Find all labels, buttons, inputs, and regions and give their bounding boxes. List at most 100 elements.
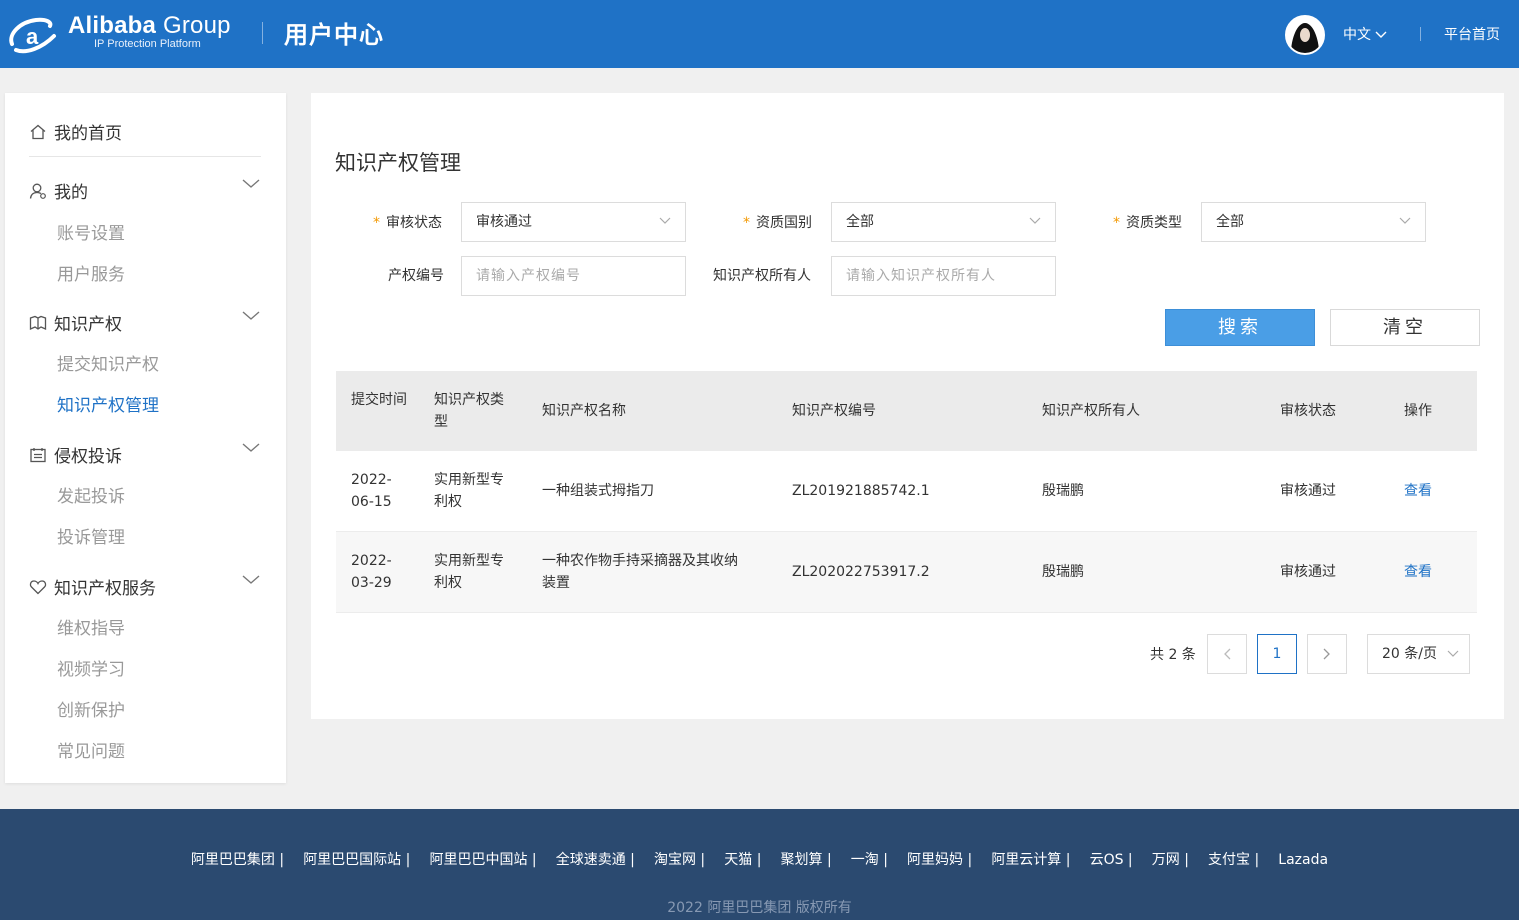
footer-link-alibaba-group[interactable]: 阿里巴巴集团 | — [191, 849, 284, 869]
country-value: 全部 — [846, 214, 874, 230]
sidebar-item-account-settings[interactable]: 账号设置 — [57, 219, 125, 244]
sidebar-section-label: 知识产权 — [54, 315, 122, 335]
required-mark: * — [1113, 215, 1120, 231]
book-icon — [29, 315, 47, 331]
ip-owner-input[interactable]: 请输入知识产权所有人 — [831, 256, 1056, 296]
sidebar-item-submit-ip[interactable]: 提交知识产权 — [57, 350, 159, 375]
footer-link-tmall[interactable]: 天猫 | — [724, 849, 761, 869]
ip-owner: 殷瑞鹏 — [1042, 483, 1084, 499]
country-label-text: 资质国别 — [756, 215, 812, 231]
sidebar-section-label: 侵权投诉 — [54, 447, 122, 467]
ip-name: 一种农作物手持采摘器及其收纳 装置 — [542, 550, 738, 594]
required-mark: * — [373, 215, 380, 231]
chevron-down-icon[interactable] — [242, 443, 260, 453]
chevron-down-icon[interactable] — [242, 179, 260, 189]
column-header: 操作 — [1404, 403, 1432, 419]
column-header: 知识产权所有人 — [1042, 403, 1140, 419]
submit-date-line: 06-15 — [351, 494, 392, 510]
chevron-down-icon — [1375, 31, 1387, 38]
ip-name: 一种组装式拇指刀 — [542, 480, 654, 502]
logo-group: Group — [162, 12, 231, 39]
ip-name-line: 一种组装式拇指刀 — [542, 483, 654, 499]
home-icon — [30, 124, 46, 140]
column-header: 审核状态 — [1280, 403, 1336, 419]
footer-link-wanwang[interactable]: 万网 | — [1152, 849, 1189, 869]
column-header: 知识产权类型 — [434, 392, 504, 430]
footer-link-juhuasuan[interactable]: 聚划算 | — [781, 849, 832, 869]
view-link[interactable]: 查看 — [1404, 480, 1432, 502]
search-button[interactable]: 搜索 — [1165, 309, 1315, 346]
page-size-value: 20 条/页 — [1382, 646, 1437, 662]
ip-owner-label: 知识产权所有人 — [713, 268, 811, 284]
footer-link-etao[interactable]: 一淘 | — [851, 849, 888, 869]
header-divider-2 — [1420, 27, 1421, 41]
chevron-down-icon — [1399, 217, 1411, 224]
ip-type: 实用新型专 利权 — [434, 550, 504, 594]
footer-link-alipay[interactable]: 支付宝 | — [1208, 849, 1259, 869]
footer-link-aliyun[interactable]: 阿里云计算 | — [991, 849, 1070, 869]
ip-type-line: 实用新型专 — [434, 472, 504, 488]
ip-type: 实用新型专 利权 — [434, 469, 504, 513]
submit-date-line: 2022- — [351, 472, 392, 488]
page-size-select[interactable]: 20 条/页 — [1367, 634, 1470, 674]
pagination-total: 共 2 条 — [1150, 647, 1196, 663]
table-row: 2022- 06-15 实用新型专 利权 一种组装式拇指刀 ZL2019218857… — [336, 451, 1477, 532]
qualification-type-select[interactable]: 全部 — [1201, 202, 1426, 242]
sidebar-item-user-service[interactable]: 用户服务 — [57, 260, 125, 285]
footer-link-alimama[interactable]: 阿里妈妈 | — [907, 849, 972, 869]
ip-number: ZL202022753917.2 — [792, 564, 930, 580]
column-header: 知识产权名称 — [542, 403, 626, 419]
ip-type-line: 利权 — [434, 575, 462, 591]
footer-link-lazada[interactable]: Lazada — [1278, 852, 1328, 868]
copyright: 2022 阿里巴巴集团 版权所有 — [667, 900, 852, 916]
sidebar-item-file-complaint[interactable]: 发起投诉 — [57, 482, 125, 507]
page-title: 知识产权管理 — [335, 151, 461, 175]
sidebar-section-label: 我的 — [54, 183, 88, 203]
platform-home-link[interactable]: 平台首页 — [1444, 24, 1500, 44]
submit-date: 2022- 03-29 — [351, 550, 392, 594]
view-link[interactable]: 查看 — [1404, 561, 1432, 583]
review-status-value: 审核通过 — [476, 214, 532, 230]
review-status: 审核通过 — [1280, 483, 1336, 499]
sidebar-item-rights-guide[interactable]: 维权指导 — [57, 614, 125, 639]
required-mark: * — [743, 215, 750, 231]
ip-type-line: 实用新型专 — [434, 553, 504, 569]
user-icon — [29, 183, 46, 199]
sidebar-divider — [29, 156, 261, 157]
footer-link-taobao[interactable]: 淘宝网 | — [654, 849, 705, 869]
footer-link-yunos[interactable]: 云OS | — [1090, 849, 1133, 869]
sidebar-section-complaint[interactable]: 侵权投诉 — [29, 442, 122, 467]
sidebar-home-label: 我的首页 — [54, 124, 122, 144]
page-button-current[interactable]: 1 — [1257, 634, 1297, 674]
chevron-down-icon — [1029, 217, 1041, 224]
chevron-right-icon — [1323, 648, 1330, 660]
footer-link-alibaba-china[interactable]: 阿里巴巴中国站 | — [429, 849, 536, 869]
sidebar-section-mine[interactable]: 我的 — [29, 178, 88, 203]
sidebar-section-ip[interactable]: 知识产权 — [29, 310, 122, 335]
footer-link-alibaba-international[interactable]: 阿里巴巴国际站 | — [303, 849, 410, 869]
language-select[interactable]: 中文 — [1343, 24, 1387, 44]
sidebar-item-ip-management[interactable]: 知识产权管理 — [57, 391, 159, 416]
chevron-down-icon[interactable] — [242, 311, 260, 321]
footer-link-aliexpress[interactable]: 全球速卖通 | — [556, 849, 635, 869]
sidebar-section-ip-service[interactable]: 知识产权服务 — [29, 574, 156, 599]
sidebar-item-faq[interactable]: 常见问题 — [57, 737, 125, 762]
prev-page-button[interactable] — [1207, 634, 1247, 674]
ip-number-input[interactable]: 请输入产权编号 — [461, 256, 686, 296]
country-select[interactable]: 全部 — [831, 202, 1056, 242]
review-status-select[interactable]: 审核通过 — [461, 202, 686, 242]
table-row: 2022- 03-29 实用新型专利权 一种农作物手持采摘器及其收纳 装置 ZL20… — [336, 532, 1477, 613]
alibaba-logo[interactable]: a Alibaba Group IP Protection Platform — [6, 10, 246, 58]
chevron-down-icon[interactable] — [242, 575, 260, 585]
sidebar-item-video-learning[interactable]: 视频学习 — [57, 655, 125, 680]
ip-type-line: 利权 — [434, 494, 462, 510]
header-divider — [262, 22, 263, 44]
qualification-type-value: 全部 — [1216, 214, 1244, 230]
sidebar-item-innovation-protection[interactable]: 创新保护 — [57, 696, 125, 721]
sidebar-item-complaint-management[interactable]: 投诉管理 — [57, 523, 125, 548]
sidebar-item-home[interactable]: 我的首页 — [29, 119, 122, 144]
clear-button[interactable]: 清空 — [1330, 309, 1480, 346]
column-header: 提交时间 — [351, 392, 407, 408]
avatar[interactable] — [1285, 15, 1325, 55]
next-page-button[interactable] — [1307, 634, 1347, 674]
